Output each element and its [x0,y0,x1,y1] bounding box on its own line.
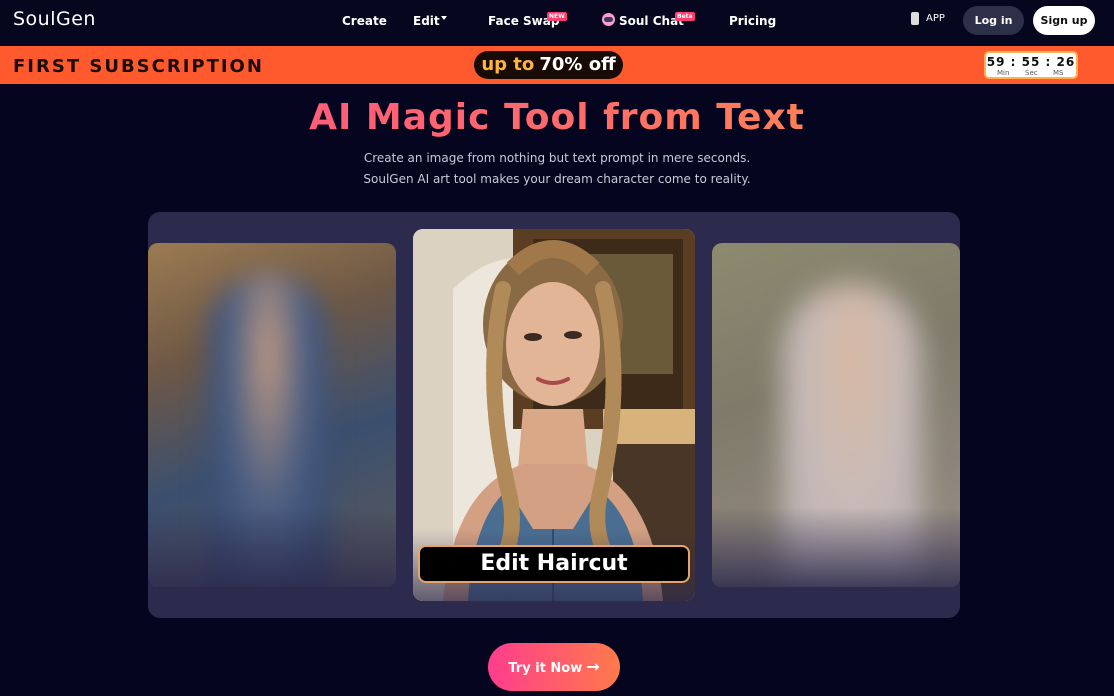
carousel-image-right[interactable] [712,243,960,587]
top-nav: SoulGen Create Edit Face Swap NEW Soul C… [0,0,1114,46]
logo[interactable]: SoulGen [13,8,96,30]
offer-value: 70% off [539,54,616,75]
chevron-down-icon[interactable] [441,16,447,20]
app-link[interactable]: APP [926,13,945,24]
try-it-now-button[interactable]: Try it Now → [488,643,620,691]
hero-title: AI Magic Tool from Text [0,97,1114,138]
promo-title: FIRST SUBSCRIPTION [13,56,264,77]
carousel-image-left[interactable] [148,243,396,587]
promo-offer[interactable]: up to 70% off [474,51,623,79]
edit-haircut-label: Edit Haircut [418,545,690,583]
countdown-timer: 59 : 55 : 26 Min Sec MS [984,51,1078,79]
promo-banner[interactable]: FIRST SUBSCRIPTION up to 70% off 59 : 55… [0,46,1114,84]
timer-ms: 26 [1056,55,1076,69]
timer-label-ms: MS [1053,69,1064,77]
arrow-right-icon: → [586,657,600,676]
offer-prefix: up to [481,54,535,75]
timer-label-min: Min [997,69,1010,77]
cta-label: Try it Now [508,661,583,676]
hero-subtitle-1: Create an image from nothing but text pr… [363,151,751,165]
timer-min: 59 [986,55,1006,69]
nav-pricing[interactable]: Pricing [729,14,776,28]
showcase-carousel: Edit Haircut [148,212,960,618]
nav-create[interactable]: Create [342,14,387,28]
timer-digits: 59 : 55 : 26 [986,55,1076,69]
timer-label-sec: Sec [1025,69,1038,77]
signup-button[interactable]: Sign up [1033,6,1095,35]
beta-badge: Beta [675,12,695,21]
nav-edit[interactable]: Edit [413,14,440,28]
new-badge: NEW [547,12,567,21]
hero-subtitle-2: SoulGen AI art tool makes your dream cha… [363,172,751,186]
login-button[interactable]: Log in [963,6,1024,35]
soul-chat-icon [602,13,615,26]
timer-sec: 55 [1021,55,1041,69]
phone-icon[interactable] [911,12,919,25]
